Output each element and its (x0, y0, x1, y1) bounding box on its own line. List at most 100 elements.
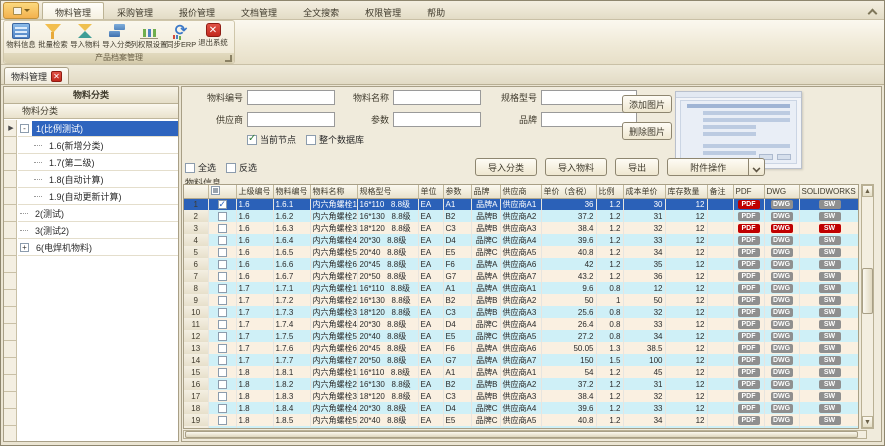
row-checkbox-cell[interactable] (208, 354, 236, 366)
scroll-up-icon[interactable]: ▲ (862, 185, 873, 197)
pdf-badge[interactable]: PDF (738, 392, 760, 401)
column-header[interactable]: 物料名称 (310, 185, 357, 198)
dwg-badge[interactable]: DWG (771, 416, 793, 425)
row-checkbox-icon[interactable] (218, 284, 227, 293)
pdf-badge[interactable]: PDF (738, 272, 760, 281)
dwg-badge[interactable]: DWG (771, 380, 793, 389)
row-checkbox-icon[interactable] (218, 200, 227, 209)
invert-selection-checkbox[interactable]: 反选 (226, 161, 257, 174)
table-row[interactable]: 71.61.6.7内六角螺栓720*50 8.8级EAG7品牌A供应商A743.… (184, 270, 859, 282)
table-row[interactable]: 31.61.6.3内六角螺栓318*120 8.8级EAC3品牌B供应商A338… (184, 222, 859, 234)
column-header[interactable]: PDF (733, 185, 764, 198)
tree-node[interactable]: 2(测试) (18, 205, 178, 222)
dwg-badge[interactable]: DWG (771, 428, 793, 429)
ribbon-tab-7[interactable]: 帮助 (414, 2, 458, 19)
tree-node[interactable]: 1.9(自动更新计算) (18, 188, 178, 205)
column-header[interactable]: 品牌 (471, 185, 500, 198)
pdf-badge[interactable]: PDF (738, 248, 760, 257)
dwg-badge[interactable]: DWG (771, 308, 793, 317)
dwg-badge[interactable]: DWG (771, 404, 793, 413)
export-button[interactable]: 导出 (615, 158, 659, 176)
pdf-badge[interactable]: PDF (738, 200, 760, 209)
import-material-button[interactable]: 导入物料 (545, 158, 607, 176)
sw-badge[interactable]: SW (819, 200, 841, 209)
pdf-badge[interactable]: PDF (738, 380, 760, 389)
row-checkbox-icon[interactable] (218, 272, 227, 281)
pdf-badge[interactable]: PDF (738, 212, 760, 221)
row-checkbox-cell[interactable] (208, 366, 236, 378)
dwg-badge[interactable]: DWG (771, 200, 793, 209)
row-checkbox-cell[interactable] (208, 390, 236, 402)
pdf-badge[interactable]: PDF (738, 308, 760, 317)
scrollbar-thumb[interactable] (185, 431, 858, 438)
import-category-button[interactable]: 导入分类 (101, 22, 133, 54)
tree-node[interactable]: 1.7(第二级) (18, 154, 178, 171)
column-header[interactable]: SOLIDWORKS (799, 185, 859, 198)
row-checkbox-cell[interactable] (208, 270, 236, 282)
row-checkbox-cell[interactable] (208, 330, 236, 342)
sw-badge[interactable]: SW (819, 284, 841, 293)
pdf-badge[interactable]: PDF (738, 356, 760, 365)
pdf-badge[interactable]: PDF (738, 368, 760, 377)
material-code-input[interactable] (247, 90, 335, 105)
dwg-badge[interactable]: DWG (771, 392, 793, 401)
column-header[interactable]: 单位 (418, 185, 443, 198)
pdf-badge[interactable]: PDF (738, 428, 760, 429)
row-checkbox-cell[interactable] (208, 318, 236, 330)
dwg-badge[interactable]: DWG (771, 224, 793, 233)
ribbon-tab-6[interactable]: 权限管理 (352, 2, 414, 19)
row-checkbox-icon[interactable] (218, 224, 227, 233)
pdf-badge[interactable]: PDF (738, 224, 760, 233)
row-checkbox-icon[interactable] (218, 368, 227, 377)
table-row[interactable]: 81.71.7.1内六角螺栓116*110 8.8级EAA1品牌A供应商A19.… (184, 282, 859, 294)
grid-select-all-header[interactable] (208, 185, 236, 198)
supplier-input[interactable] (247, 112, 335, 127)
sw-badge[interactable]: SW (819, 236, 841, 245)
pdf-badge[interactable]: PDF (738, 320, 760, 329)
sw-badge[interactable]: SW (819, 332, 841, 341)
sw-badge[interactable]: SW (819, 392, 841, 401)
dwg-badge[interactable]: DWG (771, 332, 793, 341)
row-checkbox-cell[interactable] (208, 246, 236, 258)
sw-badge[interactable]: SW (819, 320, 841, 329)
column-header[interactable]: 库存数量 (665, 185, 707, 198)
table-row[interactable]: 191.81.8.5内六角螺栓520*40 8.8级EAE5品牌C供应商A540… (184, 414, 859, 426)
column-header[interactable]: 上级编号 (236, 185, 273, 198)
whole-database-checkbox[interactable]: 整个数据库 (306, 133, 364, 146)
column-header[interactable]: 比例 (596, 185, 623, 198)
tab-material-management[interactable]: 物料管理 ✕ (4, 67, 69, 84)
dwg-badge[interactable]: DWG (771, 296, 793, 305)
dwg-badge[interactable]: DWG (771, 284, 793, 293)
table-row[interactable]: 151.81.8.1内六角螺栓116*110 8.8级EAA1品牌A供应商A15… (184, 366, 859, 378)
row-checkbox-cell[interactable] (208, 198, 236, 210)
add-image-button[interactable]: 添加图片 (622, 95, 672, 113)
table-row[interactable]: 51.61.6.5内六角螺栓520*40 8.8级EAE5品牌C供应商A540.… (184, 246, 859, 258)
row-checkbox-icon[interactable] (218, 212, 227, 221)
pdf-badge[interactable]: PDF (738, 332, 760, 341)
table-row[interactable]: 181.81.8.4内六角螺栓420*30 8.8级EAD4品牌C供应商A439… (184, 402, 859, 414)
dwg-badge[interactable]: DWG (771, 248, 793, 257)
ribbon-tab-2[interactable]: 采购管理 (104, 2, 166, 19)
current-node-checkbox[interactable]: 当前节点 (247, 133, 296, 146)
sw-badge[interactable]: SW (819, 296, 841, 305)
row-checkbox-cell[interactable] (208, 402, 236, 414)
pdf-badge[interactable]: PDF (738, 236, 760, 245)
row-checkbox-cell[interactable] (208, 234, 236, 246)
column-header[interactable]: 备注 (707, 185, 733, 198)
close-tab-icon[interactable]: ✕ (51, 71, 62, 82)
dialog-launcher-icon[interactable] (225, 55, 232, 62)
tree-node[interactable]: +6(电焊机物料) (18, 239, 178, 256)
row-checkbox-cell[interactable] (208, 282, 236, 294)
sw-badge[interactable]: SW (819, 404, 841, 413)
sw-badge[interactable]: SW (819, 344, 841, 353)
column-header[interactable]: 规格型号 (357, 185, 418, 198)
sw-badge[interactable]: SW (819, 428, 841, 429)
pdf-badge[interactable]: PDF (738, 344, 760, 353)
dwg-badge[interactable]: DWG (771, 212, 793, 221)
table-row[interactable]: 131.71.7.6内六角螺栓620*45 8.8级EAF6品牌A供应商A650… (184, 342, 859, 354)
table-row[interactable]: 201.81.8.6内六角螺栓620*45 8.8级EAF6品牌A供应商A642… (184, 426, 859, 429)
column-header[interactable]: DWG (764, 185, 799, 198)
row-checkbox-icon[interactable] (218, 380, 227, 389)
sw-badge[interactable]: SW (819, 380, 841, 389)
sw-badge[interactable]: SW (819, 212, 841, 221)
